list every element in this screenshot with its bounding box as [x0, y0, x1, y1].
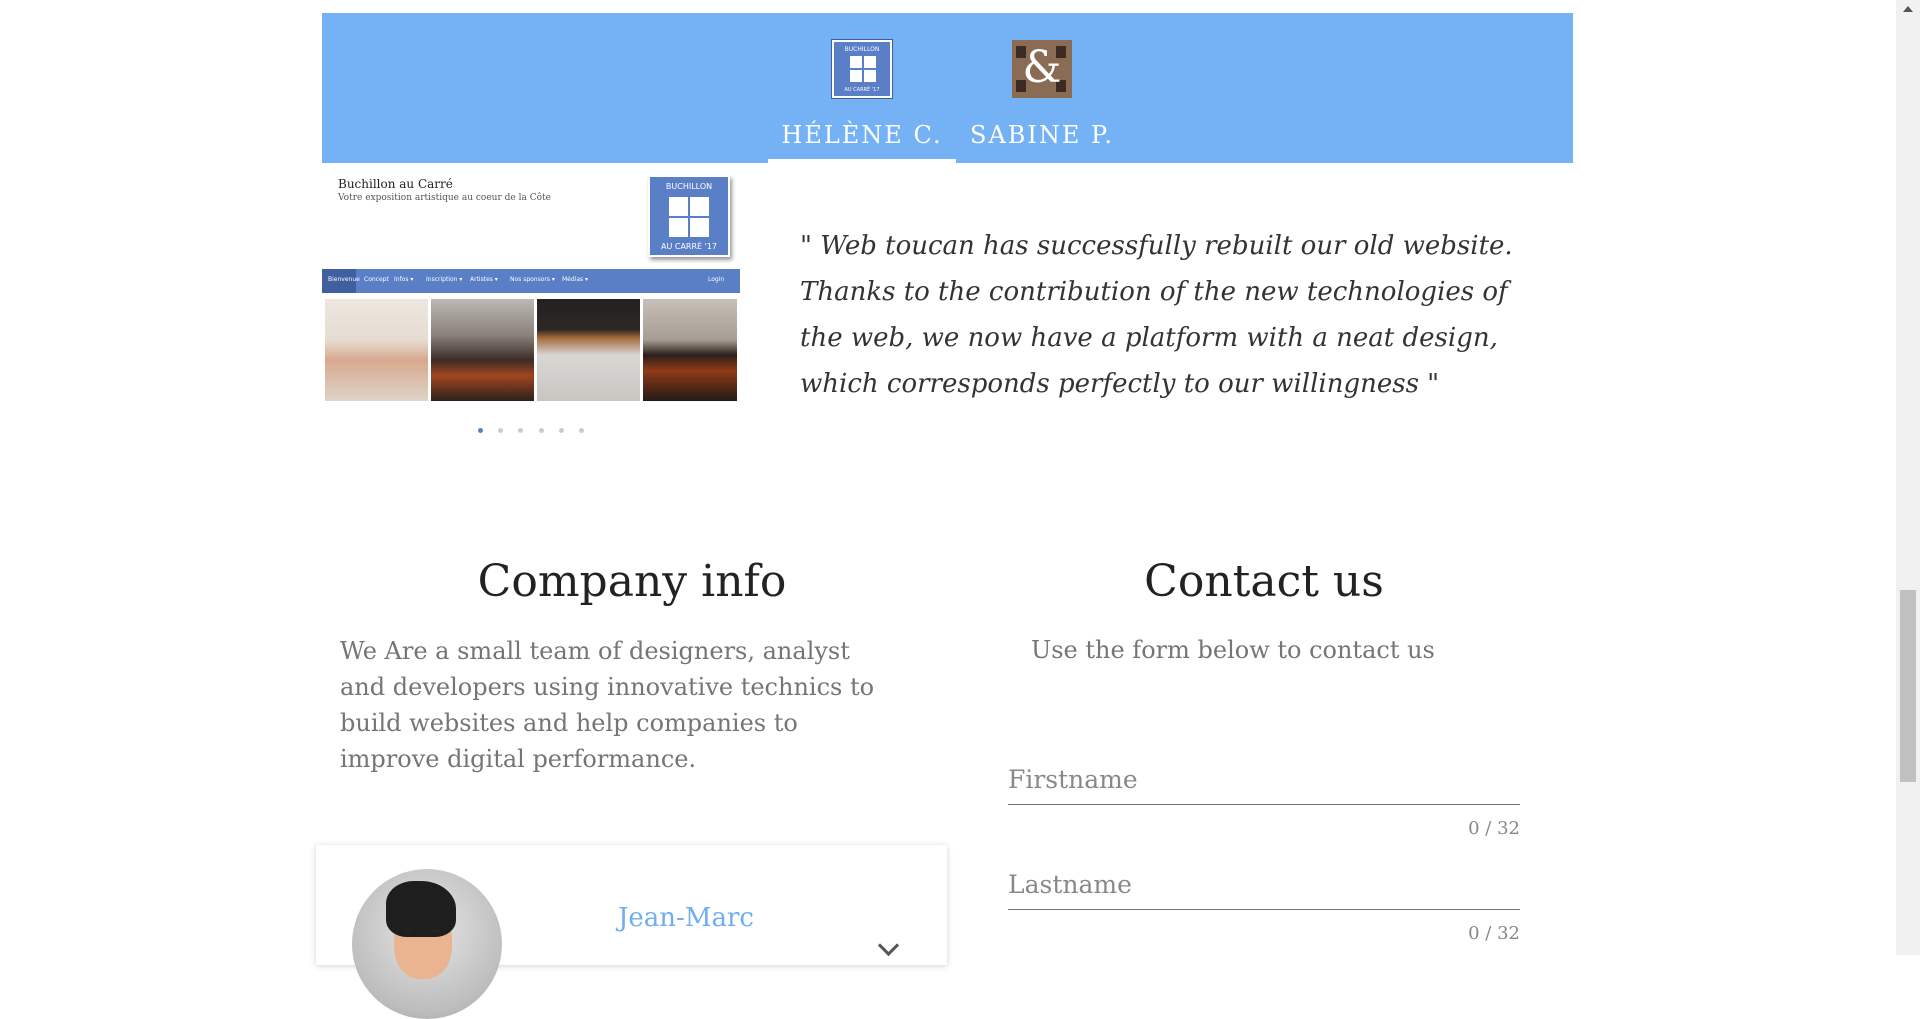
artwork-image: [325, 299, 428, 401]
screenshot-nav-item: Inscription ▾: [426, 276, 463, 283]
screenshot-site-title: Buchillon au Carré: [338, 177, 453, 191]
tab-label: HÉLÈNE C.: [781, 121, 943, 149]
contact-subtitle: Use the form below to contact us: [1031, 636, 1435, 664]
page-scrollbar[interactable]: [1896, 0, 1920, 955]
company-description: We Are a small team of designers, analys…: [340, 637, 875, 773]
lastname-label: Lastname: [1008, 870, 1132, 899]
artwork-image: [643, 299, 737, 401]
artwork-image: [431, 299, 534, 401]
lastname-char-counter: 0 / 32: [1468, 923, 1520, 944]
firstname-label: Firstname: [1008, 765, 1138, 794]
carousel-dots[interactable]: [322, 418, 740, 437]
avatar: [352, 869, 502, 1019]
screenshot-nav-item: Login: [708, 276, 725, 283]
testimonial-quote: " Web toucan has successfully rebuilt ou…: [800, 231, 1513, 399]
screenshot-nav-bar: Bienvenue Concept Infos ▾ Inscription ▾ …: [322, 269, 740, 293]
contact-title: Contact us: [1144, 556, 1384, 607]
screenshot-nav-item: Concept: [364, 276, 389, 283]
carousel-dot[interactable]: [518, 428, 524, 433]
carousel-dot[interactable]: [498, 428, 504, 433]
chevron-down-icon[interactable]: [877, 934, 900, 957]
screenshot-nav-item: Nos sponsors ▾: [510, 276, 555, 283]
screenshot-nav-item: Artistes ▾: [470, 276, 498, 283]
testimonial-section: BUCHILLON AU CARRÉ '17 HÉLÈNE C. & SABIN…: [322, 13, 1573, 443]
logo-bottom-text: AU CARRÉ '17: [844, 87, 880, 93]
buchillon-logo-icon: BUCHILLON AU CARRÉ '17: [832, 40, 892, 98]
company-info-title: Company info: [477, 556, 787, 607]
carousel-dot[interactable]: [538, 428, 544, 433]
team-member-card[interactable]: Jean-Marc: [316, 845, 947, 1019]
input-underline: [1008, 909, 1520, 910]
team-member-name[interactable]: Jean-Marc: [618, 903, 754, 933]
screenshot-site-subtitle: Votre exposition artistique au coeur de …: [338, 193, 551, 203]
screenshot-badge-logo: BUCHILLON AU CARRÉ '17: [648, 175, 730, 257]
tab-label: SABINE P.: [970, 121, 1114, 149]
artwork-image: [537, 299, 640, 401]
screenshot-nav-item: Infos ▾: [394, 276, 414, 283]
firstname-char-counter: 0 / 32: [1468, 818, 1520, 839]
testimonial-tab-bar: BUCHILLON AU CARRÉ '17 HÉLÈNE C. & SABIN…: [322, 13, 1573, 163]
badge-bottom-text: AU CARRÉ '17: [660, 242, 718, 251]
badge-top-text: BUCHILLON: [665, 182, 713, 191]
carousel-dot[interactable]: [478, 428, 484, 433]
tab-sabine[interactable]: & SABINE P.: [956, 13, 1128, 163]
ampersand-logo-icon: &: [1012, 40, 1072, 98]
client-website-screenshot: Buchillon au Carré Votre exposition arti…: [322, 163, 740, 443]
carousel-dot[interactable]: [558, 428, 564, 433]
screenshot-nav-item: Bienvenue: [328, 276, 360, 283]
input-underline: [1008, 804, 1520, 805]
scroll-up-arrow-icon[interactable]: [1903, 6, 1913, 12]
logo-top-text: BUCHILLON: [844, 46, 880, 53]
scrollbar-thumb[interactable]: [1900, 590, 1916, 782]
carousel-dot[interactable]: [578, 428, 584, 433]
screenshot-nav-item: Médias ▾: [562, 276, 589, 283]
tab-helene[interactable]: BUCHILLON AU CARRÉ '17 HÉLÈNE C.: [768, 13, 956, 163]
